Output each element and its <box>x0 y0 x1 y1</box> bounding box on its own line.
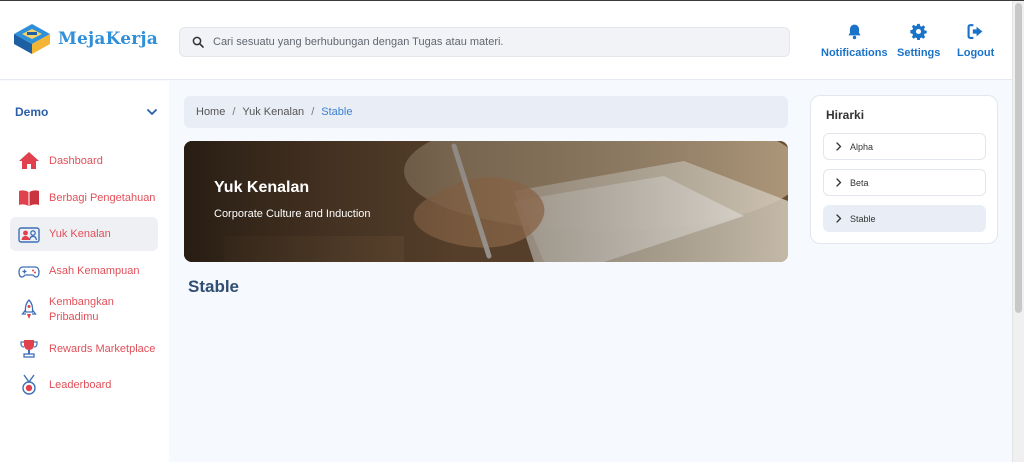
rocket-icon <box>21 299 37 319</box>
banner-background-image <box>184 141 788 262</box>
sidebar-item-label: Kembangkan Pribadimu <box>49 296 114 323</box>
sidebar-item-label: Yuk Kenalan <box>49 227 111 240</box>
logout-button[interactable]: Logout <box>957 23 994 59</box>
medal-icon <box>22 374 36 395</box>
book-icon <box>19 190 39 206</box>
breadcrumb-yuk-kenalan[interactable]: Yuk Kenalan <box>242 106 304 118</box>
breadcrumb-separator: / <box>311 106 315 118</box>
page-title: Stable <box>188 277 240 296</box>
breadcrumb: Home / Yuk Kenalan / Stable <box>184 96 788 128</box>
sidebar-group-toggle[interactable]: Demo <box>15 105 158 119</box>
sidebar-item-kembangkan-pribadimu[interactable]: Kembangkan Pribadimu <box>10 293 158 327</box>
sidebar: Demo Dashboard Berbagi Pengetahuan Yuk K… <box>0 81 169 462</box>
notifications-button[interactable]: Notifications <box>821 23 888 59</box>
search-input[interactable] <box>213 36 773 48</box>
people-icon <box>18 227 40 243</box>
logo-text: MejaKerja <box>58 29 158 49</box>
hirarki-item-label: Beta <box>850 177 869 188</box>
search-bar[interactable] <box>179 27 790 57</box>
page-scrollbar[interactable] <box>1012 1 1024 462</box>
settings-label: Settings <box>897 47 941 59</box>
hirarki-item-alpha[interactable]: Alpha <box>823 133 986 160</box>
sidebar-item-label: Rewards Marketplace <box>49 342 156 355</box>
chevron-right-icon <box>836 214 842 223</box>
sidebar-item-label: Asah Kemampuan <box>49 264 140 277</box>
hero-banner: Yuk Kenalan Corporate Culture and Induct… <box>184 141 788 262</box>
bell-icon <box>848 24 861 40</box>
logout-icon <box>967 24 983 39</box>
sidebar-item-rewards-marketplace[interactable]: Rewards Marketplace <box>10 337 158 361</box>
sidebar-item-dashboard[interactable]: Dashboard <box>10 149 158 173</box>
top-header: MejaKerja Notifications Settings Logout <box>0 1 1012 80</box>
settings-button[interactable]: Settings <box>897 23 940 59</box>
sidebar-item-label: Berbagi Pengetahuan <box>49 191 156 204</box>
chevron-right-icon <box>836 142 842 151</box>
gear-icon <box>910 23 927 40</box>
breadcrumb-home[interactable]: Home <box>196 106 225 118</box>
gamepad-icon <box>18 266 40 278</box>
sidebar-group-label: Demo <box>15 105 49 119</box>
banner-title: Yuk Kenalan <box>214 179 310 196</box>
breadcrumb-current: Stable <box>321 106 353 118</box>
home-icon <box>19 152 39 169</box>
hirarki-item-label: Stable <box>850 213 876 224</box>
hirarki-item-beta[interactable]: Beta <box>823 169 986 196</box>
scrollbar-thumb[interactable] <box>1015 3 1022 313</box>
sidebar-item-label: Leaderboard <box>49 378 112 391</box>
sidebar-item-asah-kemampuan[interactable]: Asah Kemampuan <box>10 259 158 283</box>
search-icon <box>192 36 204 48</box>
hirarki-item-stable[interactable]: Stable <box>823 205 986 232</box>
app-logo[interactable]: MejaKerja <box>12 22 158 56</box>
logout-label: Logout <box>957 47 995 59</box>
breadcrumb-separator: / <box>232 106 236 118</box>
hirarki-item-label: Alpha <box>850 141 874 152</box>
sidebar-item-label: Dashboard <box>49 154 103 167</box>
chevron-down-icon <box>147 109 157 115</box>
sidebar-item-yuk-kenalan[interactable]: Yuk Kenalan <box>10 217 158 251</box>
hirarki-title: Hirarki <box>826 108 865 122</box>
hirarki-panel: Hirarki Alpha Beta Stable <box>810 95 998 244</box>
sidebar-item-berbagi-pengetahuan[interactable]: Berbagi Pengetahuan <box>10 186 158 210</box>
banner-subtitle: Corporate Culture and Induction <box>214 208 371 220</box>
desk-logo-icon <box>14 24 50 54</box>
trophy-icon <box>20 340 38 358</box>
notifications-label: Notifications <box>821 47 888 59</box>
chevron-right-icon <box>836 178 842 187</box>
sidebar-item-leaderboard[interactable]: Leaderboard <box>10 373 158 397</box>
